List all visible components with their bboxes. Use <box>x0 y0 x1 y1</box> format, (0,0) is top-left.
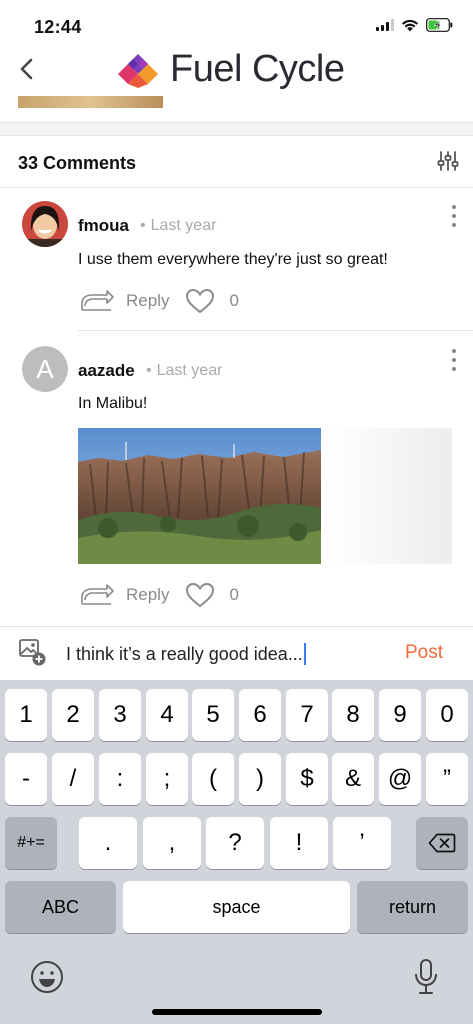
comment-timestamp: • Last year <box>140 217 217 234</box>
like-count: 0 <box>229 585 239 604</box>
key-close-paren[interactable]: ) <box>239 753 281 805</box>
comment-actions: Reply 0 <box>80 582 239 608</box>
avatar-letter: A <box>22 346 68 392</box>
comment-input-text: I think it’s a really good idea... <box>66 643 303 664</box>
status-icons <box>376 18 453 32</box>
return-key[interactable]: return <box>357 881 468 933</box>
key-7[interactable]: 7 <box>286 689 328 741</box>
comment-username[interactable]: aazade <box>78 361 135 381</box>
comment-actions: Reply 0 <box>80 288 239 314</box>
photo-placeholder <box>330 428 452 564</box>
avatar[interactable]: A <box>22 346 68 392</box>
comment-text: I use them everywhere they're just so gr… <box>78 251 388 268</box>
comment-divider <box>78 330 473 331</box>
key-question[interactable]: ? <box>206 817 264 869</box>
symbols-key[interactable]: #+= <box>5 817 57 869</box>
abc-key[interactable]: ABC <box>5 881 116 933</box>
comment-composer: I think it’s a really good idea... Post <box>0 626 473 680</box>
key-apostrophe[interactable]: ’ <box>333 817 391 869</box>
fuel-cycle-logo-icon <box>118 53 158 88</box>
comment-item: A aazade • Last year In Malibu! Reply 0 <box>0 332 473 626</box>
key-period[interactable]: . <box>79 817 137 869</box>
reply-icon[interactable] <box>80 584 114 606</box>
keyboard: 1 2 3 4 5 6 7 8 9 0 - / : ; ( ) $ & @ ” … <box>0 680 473 1024</box>
post-button[interactable]: Post <box>405 642 443 664</box>
key-2[interactable]: 2 <box>52 689 94 741</box>
key-5[interactable]: 5 <box>192 689 234 741</box>
key-exclamation[interactable]: ! <box>270 817 328 869</box>
status-time: 12:44 <box>34 17 82 37</box>
text-cursor <box>303 643 306 665</box>
comment-photo[interactable] <box>78 428 321 564</box>
more-options-icon[interactable] <box>451 349 457 371</box>
comment-timestamp: • Last year <box>146 362 223 379</box>
battery-charging-icon <box>426 18 453 32</box>
key-dollar[interactable]: $ <box>286 753 328 805</box>
home-indicator[interactable] <box>152 1009 322 1015</box>
key-semicolon[interactable]: ; <box>146 753 188 805</box>
key-3[interactable]: 3 <box>99 689 141 741</box>
status-bar: 12:44 <box>0 0 473 44</box>
avatar[interactable] <box>22 201 68 247</box>
section-separator <box>0 122 473 136</box>
heart-icon[interactable] <box>185 582 215 608</box>
backspace-key[interactable] <box>416 817 468 869</box>
post-content[interactable]: 33 Comments fmoua • Last year I use them… <box>0 96 473 626</box>
user-photo <box>22 201 68 247</box>
fuel-cycle-logo: Fuel Cycle <box>116 48 345 91</box>
key-4[interactable]: 4 <box>146 689 188 741</box>
reply-icon[interactable] <box>80 290 114 312</box>
app-header: Fuel Cycle <box>0 44 473 96</box>
comment-username[interactable]: fmoua <box>78 216 129 236</box>
key-1[interactable]: 1 <box>5 689 47 741</box>
heart-icon[interactable] <box>185 288 215 314</box>
key-dash[interactable]: - <box>5 753 47 805</box>
wifi-icon <box>402 19 418 31</box>
key-ampersand[interactable]: & <box>332 753 374 805</box>
reply-button[interactable]: Reply <box>126 291 169 311</box>
key-8[interactable]: 8 <box>332 689 374 741</box>
microphone-icon[interactable] <box>412 958 440 996</box>
key-quote[interactable]: ” <box>426 753 468 805</box>
chevron-left-icon <box>20 58 33 80</box>
key-slash[interactable]: / <box>52 753 94 805</box>
key-colon[interactable]: : <box>99 753 141 805</box>
comments-header: 33 Comments <box>0 136 473 188</box>
post-image[interactable] <box>18 96 163 108</box>
add-image-icon[interactable] <box>18 638 46 666</box>
comment-item: fmoua • Last year I use them everywhere t… <box>0 188 473 336</box>
comment-input[interactable]: I think it’s a really good idea... <box>66 643 306 665</box>
key-comma[interactable]: , <box>143 817 201 869</box>
sliders-icon[interactable] <box>437 150 459 172</box>
key-6[interactable]: 6 <box>239 689 281 741</box>
key-open-paren[interactable]: ( <box>192 753 234 805</box>
reply-button[interactable]: Reply <box>126 585 169 605</box>
key-9[interactable]: 9 <box>379 689 421 741</box>
cliffs-photo <box>78 428 321 564</box>
signal-icon <box>376 19 394 31</box>
space-key[interactable]: space <box>123 881 350 933</box>
back-button[interactable] <box>12 54 42 84</box>
key-0[interactable]: 0 <box>426 689 468 741</box>
comments-count-title: 33 Comments <box>18 153 137 173</box>
like-count: 0 <box>229 291 239 310</box>
key-at[interactable]: @ <box>379 753 421 805</box>
comment-text: In Malibu! <box>78 395 148 412</box>
emoji-icon[interactable] <box>30 960 64 994</box>
backspace-icon <box>428 833 456 853</box>
more-options-icon[interactable] <box>451 205 457 227</box>
logo-text: Fuel Cycle <box>170 48 345 90</box>
